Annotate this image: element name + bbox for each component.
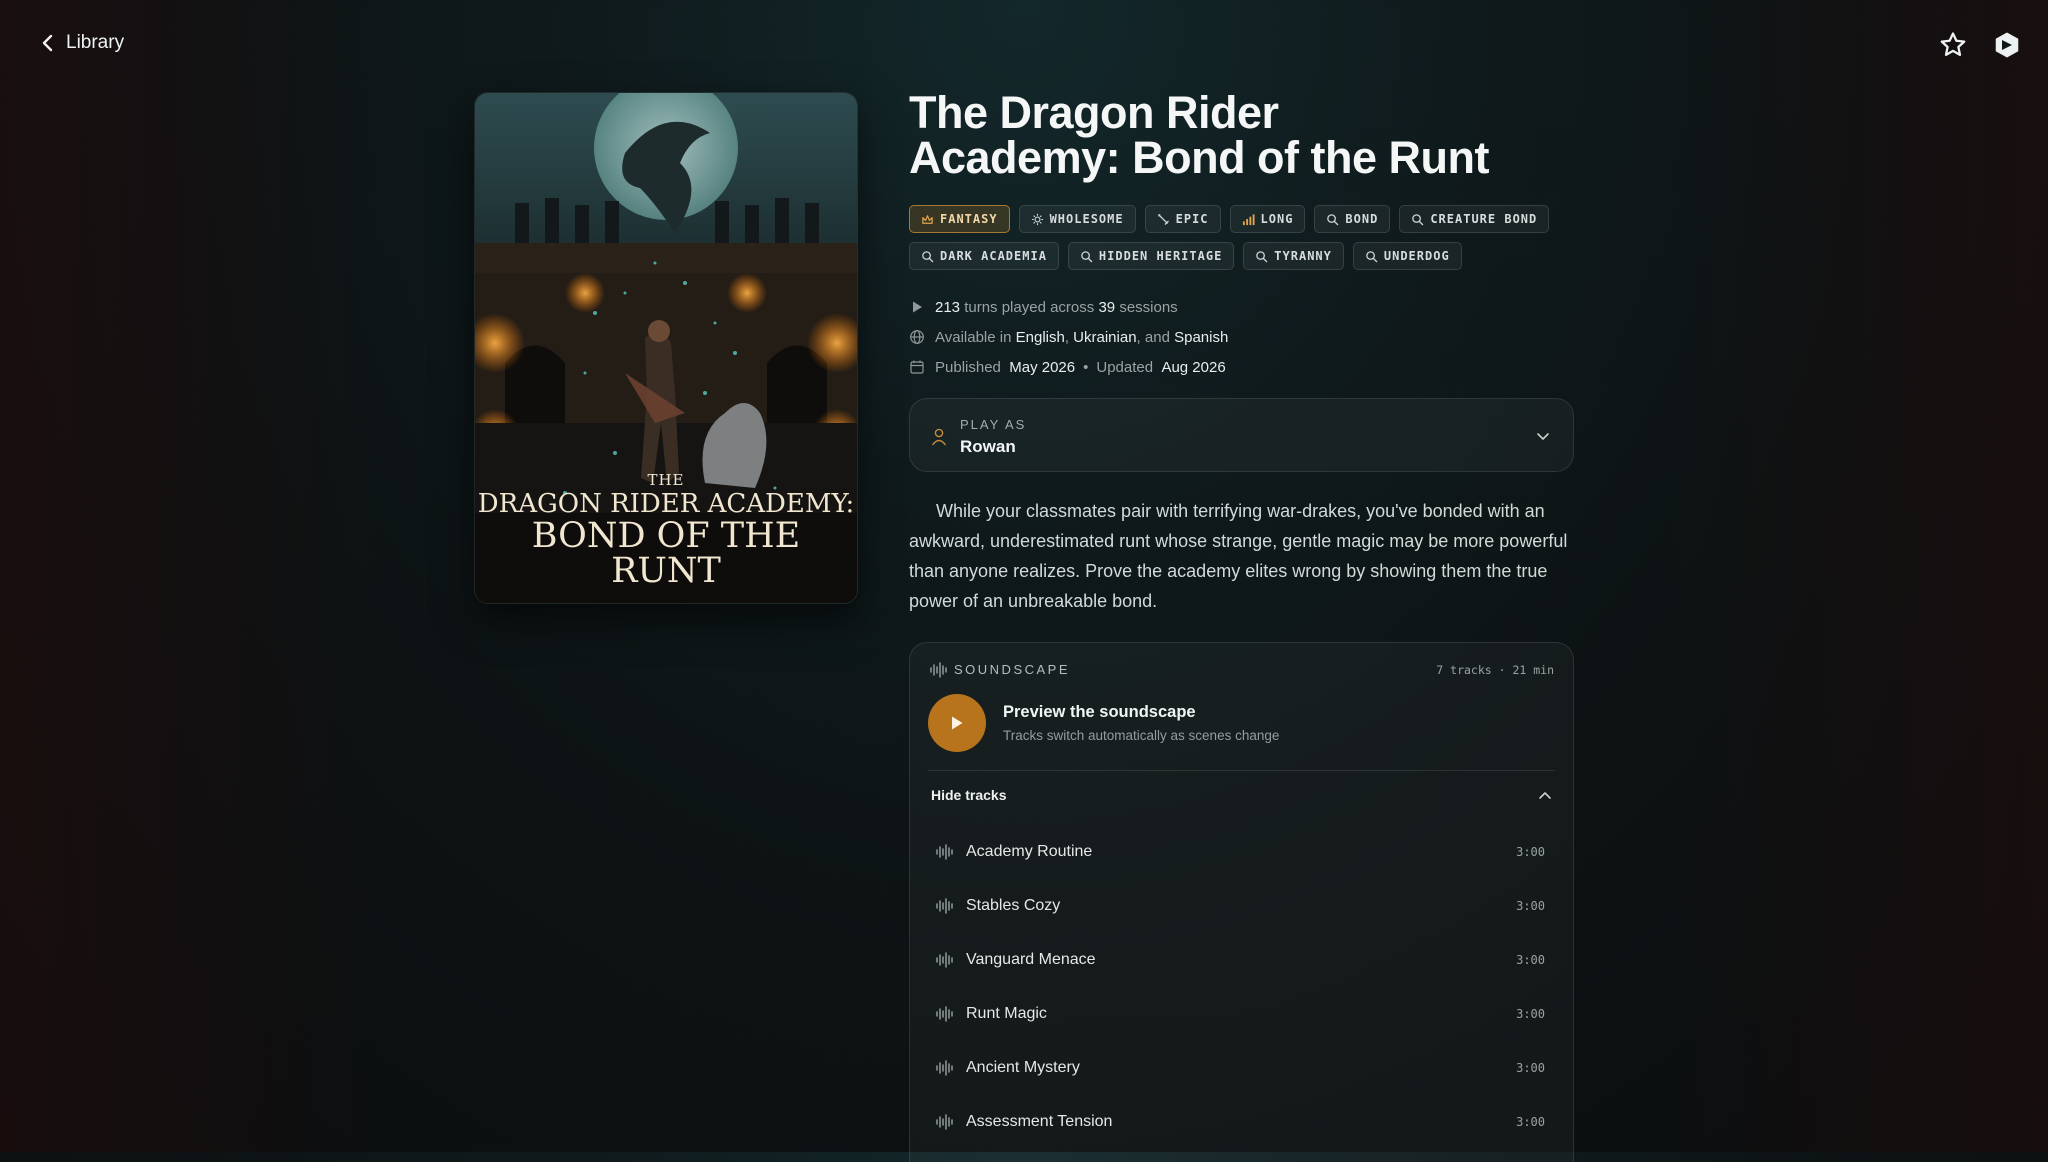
back-to-library-link[interactable]: Library — [40, 32, 124, 54]
track-list: Academy Routine 3:00 Stables Cozy 3:00 V… — [935, 825, 1545, 1149]
tag-tyranny[interactable]: TYRANNY — [1243, 242, 1344, 270]
track-name: Academy Routine — [966, 843, 1093, 860]
story-description: While your classmates pair with terrifyi… — [909, 501, 1568, 611]
chevron-left-icon — [42, 34, 53, 52]
back-label: Library — [66, 32, 125, 53]
track-duration: 3:00 — [1516, 899, 1545, 913]
track-duration: 3:00 — [1516, 845, 1545, 859]
tag-epic[interactable]: EPIC — [1144, 205, 1221, 233]
search-icon — [1366, 250, 1378, 262]
globe-icon — [910, 330, 924, 344]
waveform-icon — [936, 952, 953, 968]
track-name: Ancient Mystery — [966, 1059, 1080, 1076]
hide-tracks-toggle[interactable]: Hide tracks — [931, 783, 1552, 807]
languages-row: Available in English, Ukrainian, and Spa… — [909, 322, 1574, 352]
crown-icon — [922, 214, 933, 224]
tag-dark-academia[interactable]: DARK ACADEMIA — [909, 242, 1059, 270]
track-duration: 3:00 — [1516, 953, 1545, 967]
preview-subtitle: Tracks switch automatically as scenes ch… — [1003, 728, 1280, 743]
tag-list: FANTASY WHOLESOME EPIC LONG BOND CREATUR… — [909, 205, 1589, 270]
track-item[interactable]: Academy Routine 3:00 — [935, 825, 1545, 879]
track-duration: 3:00 — [1516, 1115, 1545, 1129]
app-logo-icon[interactable] — [1992, 30, 2022, 60]
sun-icon — [1031, 213, 1043, 225]
track-item[interactable]: Assessment Tension 3:00 — [935, 1095, 1545, 1149]
play-stats-row: 213 turns played across 39 sessions — [909, 292, 1574, 322]
hide-tracks-label: Hide tracks — [931, 787, 1007, 803]
waveform-icon — [936, 844, 953, 860]
story-cover-image: THE DRAGON RIDER ACADEMY: BOND OF THE RU… — [474, 92, 858, 604]
waveform-icon — [930, 662, 947, 678]
divider — [928, 770, 1555, 771]
star-favorite-icon[interactable] — [1938, 30, 1968, 60]
track-item[interactable]: Runt Magic 3:00 — [935, 987, 1545, 1041]
story-title: The Dragon Rider Academy: Bond of the Run… — [909, 87, 1490, 183]
search-icon — [1256, 250, 1268, 262]
track-item[interactable]: Vanguard Menace 3:00 — [935, 933, 1545, 987]
soundscape-label: SOUNDSCAPE — [954, 662, 1071, 677]
search-icon — [1412, 213, 1424, 225]
tag-underdog[interactable]: UNDERDOG — [1352, 242, 1462, 270]
play-triangle-icon — [913, 301, 922, 313]
search-icon — [1327, 213, 1339, 225]
play-icon — [952, 716, 963, 730]
soundscape-panel: SOUNDSCAPE 7 tracks · 21 min Preview the… — [909, 642, 1574, 1162]
track-name: Stables Cozy — [966, 897, 1061, 914]
preview-play-button[interactable] — [928, 694, 986, 752]
tag-wholesome[interactable]: WHOLESOME — [1018, 205, 1136, 233]
play-as-label: PLAY AS — [960, 417, 1027, 432]
calendar-icon — [910, 360, 924, 374]
play-as-selector[interactable]: PLAY AS Rowan — [909, 398, 1574, 472]
track-duration: 3:00 — [1516, 1007, 1545, 1021]
waveform-icon — [936, 1006, 953, 1022]
tag-hidden-heritage[interactable]: HIDDEN HERITAGE — [1067, 242, 1235, 270]
track-item[interactable]: Stables Cozy 3:00 — [935, 879, 1545, 933]
story-meta: 213 turns played across 39 sessions Avai… — [909, 292, 1574, 382]
track-duration: 3:00 — [1516, 1061, 1545, 1075]
track-name: Assessment Tension — [966, 1113, 1113, 1130]
cover-title-text: THE DRAGON RIDER ACADEMY: BOND OF THE RU… — [477, 471, 855, 591]
preview-title: Preview the soundscape — [1003, 703, 1196, 721]
waveform-icon — [936, 1114, 953, 1130]
tag-fantasy[interactable]: FANTASY — [909, 205, 1010, 233]
search-icon — [1081, 250, 1093, 262]
search-icon — [922, 250, 934, 262]
soundscape-meta: 7 tracks · 21 min — [1436, 663, 1554, 677]
track-name: Vanguard Menace — [966, 951, 1096, 968]
chevron-up-icon — [1539, 792, 1551, 799]
tag-long[interactable]: LONG — [1229, 205, 1306, 233]
tag-bond[interactable]: BOND — [1314, 205, 1391, 233]
sword-icon — [1157, 213, 1169, 225]
track-name: Runt Magic — [966, 1005, 1047, 1022]
signal-bars-icon — [1242, 213, 1255, 225]
track-item[interactable]: Ancient Mystery 3:00 — [935, 1041, 1545, 1095]
dates-row: Published May 2026 • Updated Aug 2026 — [909, 352, 1574, 382]
waveform-icon — [936, 1060, 953, 1076]
chevron-down-icon — [1537, 433, 1549, 440]
waveform-icon — [936, 898, 953, 914]
play-as-value: Rowan — [960, 437, 1016, 456]
user-icon — [931, 428, 947, 446]
tag-creature-bond[interactable]: CREATURE BOND — [1399, 205, 1550, 233]
